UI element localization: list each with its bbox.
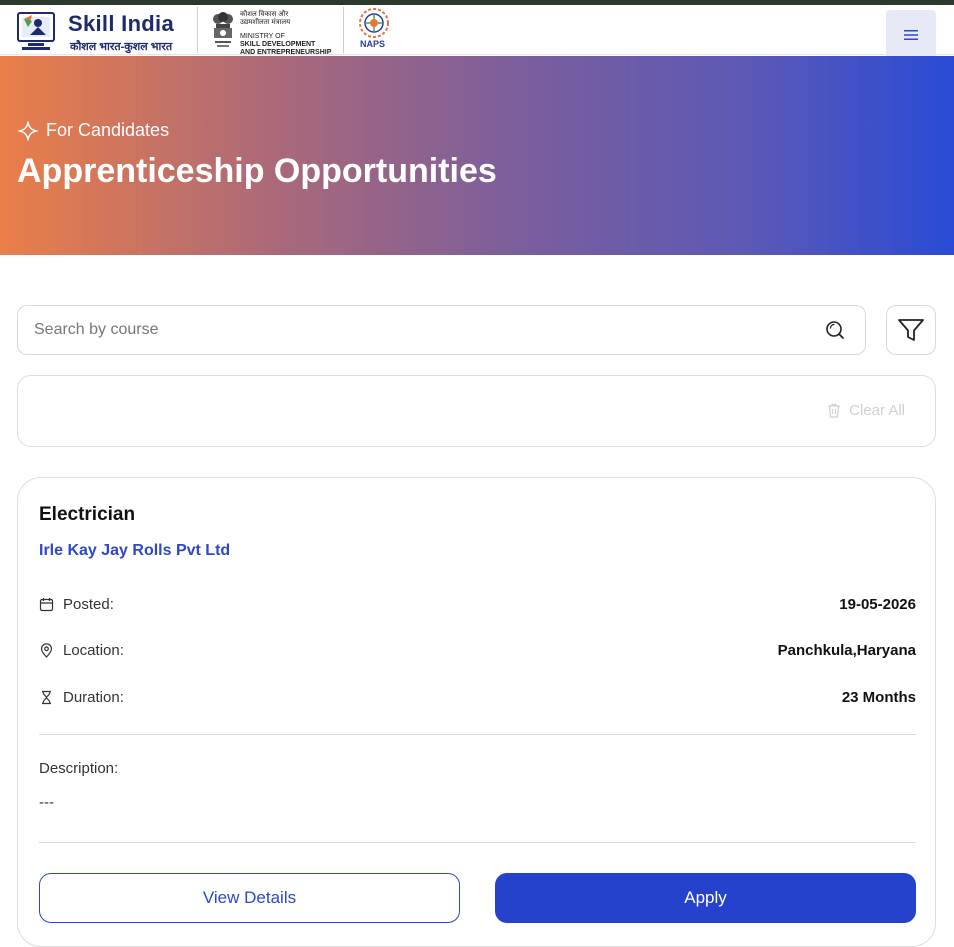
company-link[interactable]: Irle Kay Jay Rolls Pvt Ltd (39, 542, 230, 560)
menu-button[interactable] (886, 10, 936, 60)
search-icon[interactable] (825, 320, 845, 340)
naps-label: NAPS (360, 39, 386, 49)
apply-button[interactable]: Apply (495, 873, 916, 923)
ministry-english-text: MINISTRY OF SKILL DEVELOPMENT AND ENTREP… (240, 33, 331, 57)
hamburger-menu-icon (904, 30, 918, 40)
ministry-logo[interactable]: कौशल विकास और उद्यमशीलता मंत्रालय MINIST… (208, 7, 338, 56)
sparkle-icon (18, 120, 38, 141)
trash-icon (828, 403, 841, 418)
ministry-hindi-text: कौशल विकास और उद्यमशीलता मंत्रालय (240, 11, 291, 26)
hero-eyebrow: For Candidates (18, 120, 169, 141)
naps-logo[interactable]: NAPS (356, 7, 392, 53)
duration-row: Duration: 23 Months (39, 686, 916, 708)
calendar-icon (39, 597, 54, 611)
hero-banner: For Candidates Apprenticeship Opportunit… (0, 56, 954, 255)
brand-tagline: कौशल भारत-कुशल भारत (70, 41, 173, 53)
description-value: --- (39, 794, 54, 811)
location-label: Location: (63, 641, 124, 659)
site-header: Skill India कौशल भारत-कुशल भारत कौशल विक… (0, 5, 954, 60)
search-input[interactable] (34, 306, 814, 354)
hero-eyebrow-label: For Candidates (46, 120, 170, 140)
ministry-line1: MINISTRY OF (240, 33, 285, 40)
view-details-button[interactable]: View Details (39, 873, 460, 923)
skill-india-emblem-icon (17, 12, 55, 50)
naps-emblem-icon (359, 8, 389, 38)
posted-row: Posted: 19-05-2026 (39, 593, 916, 615)
skill-india-logo[interactable]: Skill India कौशल भारत-कुशल भारत (16, 9, 196, 53)
page-title: Apprenticeship Opportunities (17, 152, 497, 190)
card-divider (39, 734, 916, 735)
duration-label: Duration: (63, 688, 124, 706)
clear-all-label: Clear All (849, 402, 905, 419)
ministry-line2: SKILL DEVELOPMENT (240, 41, 316, 48)
filter-button[interactable] (886, 305, 936, 355)
national-emblem-icon (213, 12, 233, 47)
header-divider (343, 7, 344, 53)
location-value: Panchkula,Haryana (777, 641, 916, 659)
posted-value: 19-05-2026 (839, 595, 916, 613)
duration-label-group: Duration: (39, 689, 124, 706)
duration-value: 23 Months (841, 688, 916, 706)
filter-funnel-icon (898, 319, 924, 341)
description-label: Description: (39, 760, 119, 777)
clear-all-button[interactable]: Clear All (827, 402, 905, 419)
job-card: Electrician Irle Kay Jay Rolls Pvt Ltd P… (17, 477, 936, 947)
active-filters-panel: Clear All (17, 375, 936, 447)
posted-label-group: Posted: (39, 596, 114, 613)
job-title: Electrician (39, 504, 136, 525)
header-divider (197, 7, 198, 53)
map-pin-icon (40, 642, 53, 658)
posted-label: Posted: (63, 595, 114, 613)
location-row: Location: Panchkula,Haryana (39, 639, 916, 661)
brand-title: Skill India (68, 11, 174, 36)
card-divider (39, 842, 916, 843)
hourglass-icon (42, 690, 51, 704)
location-label-group: Location: (39, 642, 124, 659)
search-bar (17, 305, 866, 355)
